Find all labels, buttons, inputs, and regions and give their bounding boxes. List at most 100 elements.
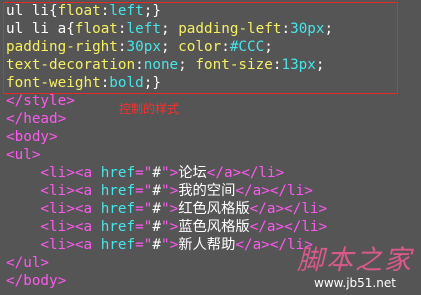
site-watermark: 脚本之家 www.jb51.net — [297, 245, 413, 291]
code-token: <a — [74, 237, 101, 253]
code-line: <li><a href="#">红色风格版</a></li> — [6, 200, 327, 218]
code-line: <li><a href="#">蓝色风格版</a></li> — [6, 218, 327, 236]
code-token: : — [221, 39, 230, 55]
code-token: "> — [160, 165, 179, 181]
code-line: ul li{float:left;} — [6, 2, 161, 20]
code-token: </li> — [269, 183, 313, 199]
code-token: "> — [160, 237, 179, 253]
code-token: ul li{ — [6, 3, 58, 19]
code-line: text-decoration:none; font-size:13px; — [6, 56, 325, 74]
code-token: ul li a{ — [6, 21, 75, 37]
code-token: </body> — [6, 273, 67, 289]
code-token: <a — [74, 165, 101, 181]
code-line: </style> — [6, 92, 75, 110]
code-token: </style> — [6, 93, 75, 109]
code-token: # — [152, 237, 161, 253]
code-token: =" — [135, 165, 153, 181]
code-token: # — [152, 201, 161, 217]
code-token: : — [135, 57, 144, 73]
code-token: 30px — [290, 21, 325, 37]
code-token: <li> — [6, 219, 75, 235]
code-token: </head> — [6, 111, 67, 127]
code-token: 论坛 — [178, 165, 207, 181]
code-token: float — [57, 3, 101, 19]
code-token: ; — [160, 39, 179, 55]
code-token: </li> — [284, 201, 328, 217]
code-token: ; — [178, 57, 196, 73]
code-token: : — [117, 21, 127, 37]
code-token: <a — [74, 201, 101, 217]
code-token: "> — [160, 219, 179, 235]
code-token: : — [117, 39, 127, 55]
code-token: =" — [135, 219, 153, 235]
code-token: left — [109, 3, 144, 19]
code-token: 蓝色风格版 — [178, 219, 250, 235]
code-line: font-weight:bold;} — [6, 74, 161, 92]
code-token: <li> — [6, 201, 75, 217]
code-token: </li> — [284, 219, 328, 235]
code-token: padding-right — [6, 39, 118, 55]
code-token: float — [74, 21, 118, 37]
code-token: <li> — [6, 237, 75, 253]
code-token: ; — [315, 57, 325, 73]
code-token: <body> — [6, 129, 58, 145]
code-token: =" — [135, 183, 153, 199]
code-token: </a> — [249, 201, 285, 217]
code-token: #CCC — [229, 39, 265, 55]
code-line: <li><a href="#">我的空间</a></li> — [6, 182, 313, 200]
code-token: 新人帮助 — [178, 237, 236, 253]
watermark-url: www.jb51.net — [314, 276, 396, 290]
code-token: </li> — [241, 165, 285, 181]
code-token: href — [100, 165, 136, 181]
code-token: 我的空间 — [178, 183, 236, 199]
code-token: "> — [160, 201, 179, 217]
code-token: </a> — [235, 237, 270, 253]
code-token: font-size — [195, 57, 273, 73]
code-token: color — [178, 39, 222, 55]
code-token: : — [281, 21, 291, 37]
code-token: ;} — [143, 3, 161, 19]
code-token: </a> — [206, 165, 242, 181]
code-token: padding-left — [178, 21, 282, 37]
code-token: href — [100, 237, 136, 253]
code-token: <a — [74, 183, 101, 199]
code-editor: ul li{float:left;} ul li a{float:left; p… — [0, 0, 421, 295]
code-token: "> — [160, 183, 179, 199]
code-token: href — [100, 183, 136, 199]
code-token: # — [152, 219, 161, 235]
code-token: 30px — [126, 39, 161, 55]
code-token: : — [100, 75, 110, 91]
code-token: </a> — [235, 183, 270, 199]
code-token: bold — [109, 75, 144, 91]
code-line: <li><a href="#">新人帮助</a></li> — [6, 236, 312, 254]
code-token: 红色风格版 — [178, 201, 250, 217]
code-line: padding-right:30px; color:#CCC; — [6, 38, 273, 56]
code-token: ; — [160, 21, 179, 37]
code-token: ; — [324, 21, 334, 37]
code-token: text-decoration — [6, 57, 136, 73]
code-line: <body> — [6, 128, 58, 146]
code-token: <li> — [6, 183, 75, 199]
code-line: <li><a href="#">论坛</a></li> — [6, 164, 284, 182]
code-token: left — [126, 21, 161, 37]
code-token: <ul> — [6, 147, 41, 163]
code-token: <a — [74, 219, 101, 235]
code-token: font-weight — [6, 75, 101, 91]
code-line: ul li a{float:left; padding-left:30px; — [6, 20, 333, 38]
code-line: </ul> — [6, 254, 49, 272]
code-token: =" — [135, 201, 153, 217]
code-token: href — [100, 201, 136, 217]
code-token: </a> — [249, 219, 285, 235]
code-token: ; — [264, 39, 273, 55]
code-line: <ul> — [6, 146, 40, 164]
watermark-title: 脚本之家 — [297, 245, 413, 276]
code-token: # — [152, 183, 161, 199]
code-token: <li> — [6, 165, 75, 181]
annotation-label: 控制的样式 — [119, 102, 180, 116]
code-line: </body> — [6, 272, 66, 290]
code-line: </head> — [6, 110, 66, 128]
code-token: =" — [135, 237, 153, 253]
code-token: # — [152, 165, 161, 181]
code-token: none — [143, 57, 179, 73]
code-token: </ul> — [6, 255, 50, 271]
